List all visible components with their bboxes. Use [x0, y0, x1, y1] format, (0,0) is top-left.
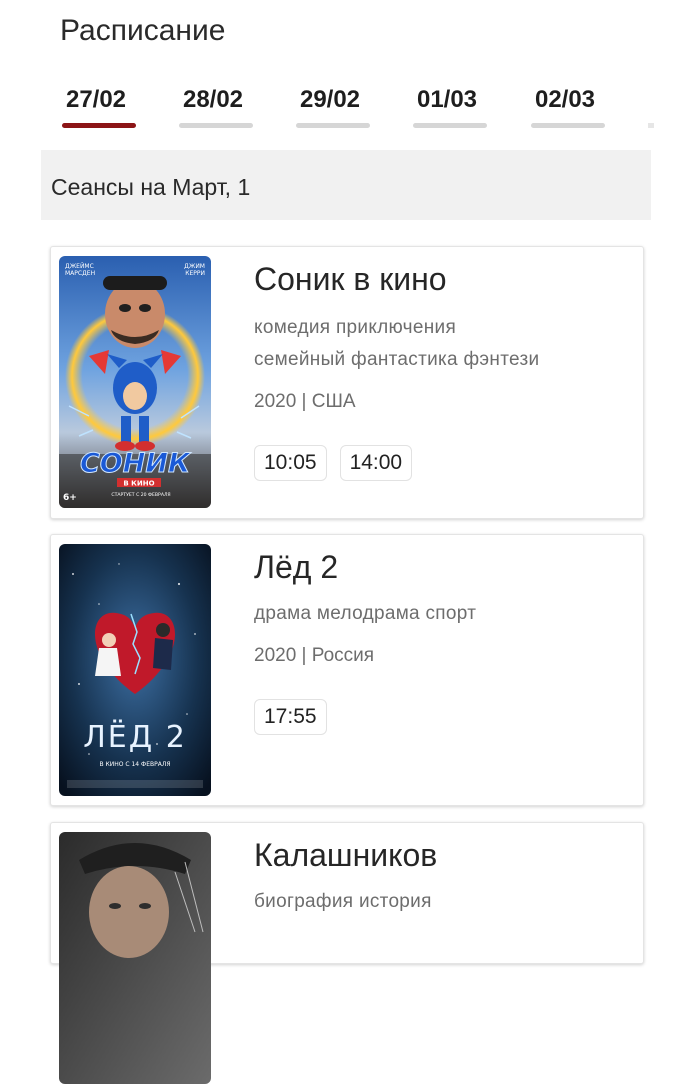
- date-tabs: 27/02 28/02 29/02 01/03 02/03: [52, 86, 654, 130]
- movie-card[interactable]: Калашников биография история: [50, 822, 644, 1084]
- date-tab-label: 29/02: [299, 86, 361, 113]
- showtimes: 17:55: [254, 699, 340, 735]
- date-tab-4[interactable]: 02/03: [521, 86, 609, 128]
- page-title: Расписание: [60, 14, 226, 47]
- date-tab-indicator: [413, 123, 487, 128]
- movie-title[interactable]: Калашников: [254, 837, 437, 874]
- date-tab-label: 02/03: [534, 86, 596, 113]
- movie-title[interactable]: Лёд 2: [254, 549, 338, 586]
- showtime-button[interactable]: 14:00: [339, 445, 413, 481]
- movie-meta: 2020 | Россия: [254, 645, 375, 666]
- movie-genre-line: семейный фантастика фэнтези: [254, 349, 540, 370]
- showtime-button[interactable]: 17:55: [254, 699, 327, 735]
- showtime-button[interactable]: 10:05: [254, 445, 327, 481]
- kalashnikov-poster-image: [59, 832, 211, 1084]
- poster-logo: СОНИК: [80, 448, 192, 479]
- poster-actor-right: ДЖИМ КЕРРИ: [184, 263, 205, 277]
- date-tab-label: 27/02: [65, 86, 127, 113]
- movie-meta: 2020 | США: [254, 391, 356, 412]
- movie-card[interactable]: СОНИК В КИНО 6+ СТАРТУЕТ С 20 ФЕВРАЛЯ ДЖ…: [50, 246, 644, 519]
- date-tab-indicator: [179, 123, 253, 128]
- poster-logo: ЛЁД 2: [83, 719, 187, 755]
- date-tab-indicator: [531, 123, 605, 128]
- showtimes: 10:05 14:00: [254, 445, 425, 481]
- date-tab-label: 01/03: [416, 86, 478, 113]
- poster-age: 6+: [63, 493, 77, 503]
- date-tab-2[interactable]: 29/02: [286, 86, 374, 128]
- date-tab-3[interactable]: 01/03: [403, 86, 491, 128]
- date-tab-label: 28/02: [182, 86, 244, 113]
- sessions-header: Сеансы на Март, 1: [41, 150, 651, 220]
- date-tab-indicator: [296, 123, 370, 128]
- poster-release: СТАРТУЕТ С 20 ФЕВРАЛЯ: [111, 492, 170, 498]
- date-tab-1[interactable]: 28/02: [169, 86, 257, 128]
- sessions-heading: Сеансы на Март, 1: [51, 174, 251, 200]
- sonic-poster-image: СОНИК В КИНО 6+ СТАРТУЕТ С 20 ФЕВРАЛЯ ДЖ…: [59, 256, 211, 508]
- movie-genre-line: комедия приключения: [254, 317, 457, 338]
- movie-poster[interactable]: [59, 832, 211, 1084]
- led2-poster-image: ЛЁД 2 В КИНО С 14 ФЕВРАЛЯ: [59, 544, 211, 796]
- movie-genre-line: биография история: [254, 891, 432, 912]
- movie-genre-line: драма мелодрама спорт: [254, 603, 477, 624]
- date-tab-indicator: [62, 123, 136, 128]
- movie-poster[interactable]: ЛЁД 2 В КИНО С 14 ФЕВРАЛЯ: [59, 544, 211, 796]
- poster-subtitle: В КИНО: [123, 480, 154, 488]
- movie-card[interactable]: ЛЁД 2 В КИНО С 14 ФЕВРАЛЯ Лёд 2 драма ме…: [50, 534, 644, 806]
- movie-poster[interactable]: СОНИК В КИНО 6+ СТАРТУЕТ С 20 ФЕВРАЛЯ ДЖ…: [59, 256, 211, 508]
- poster-release: В КИНО С 14 ФЕВРАЛЯ: [99, 761, 170, 768]
- movie-title[interactable]: Соник в кино: [254, 261, 447, 298]
- date-tab-0[interactable]: 27/02: [52, 86, 140, 128]
- date-tab-overflow: [648, 123, 654, 128]
- poster-actor-left: ДЖЕЙМС МАРСДЕН: [65, 263, 95, 277]
